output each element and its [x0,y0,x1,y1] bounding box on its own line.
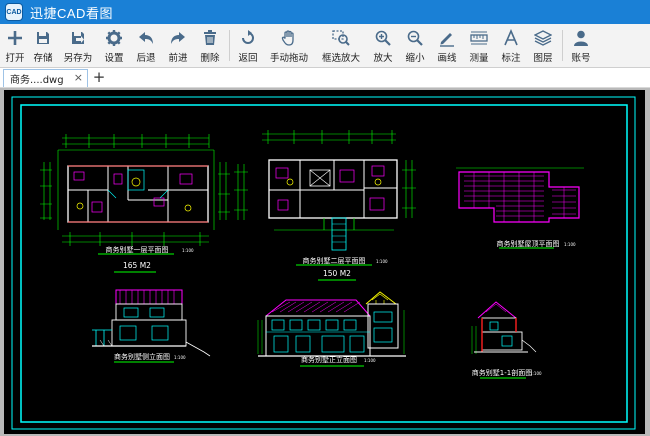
document-tab-bar: 商务....dwg × + [0,68,650,88]
roof-plan [456,167,584,249]
toolbar: 打开 存储 另存为 设置 后退 前进 删除 返回 手动拖动 框选放大 放大 缩小… [0,24,650,68]
title-bar: CAD 迅捷CAD看图 [0,0,650,24]
first-floor-plan-scale: 1:100 [182,248,194,253]
second-floor-plan-area: 150 M2 [323,269,351,278]
zoom-out-button[interactable]: 缩小 [399,24,431,67]
section-title: 商务别墅1-1剖面图 [472,368,532,377]
zoom-window-button[interactable]: 框选放大 [315,24,367,67]
zoom-in-button[interactable]: 放大 [367,24,399,67]
close-icon[interactable]: × [74,71,83,84]
undo-button[interactable]: 后退 [130,24,162,67]
save-as-button[interactable]: 另存为 [58,24,98,67]
return-icon [242,30,254,44]
return-button[interactable]: 返回 [233,24,263,67]
layers-icon [534,30,552,46]
roof-plan-title: 商务别墅屋顶平面图 [497,239,560,248]
first-floor-plan-area: 165 M2 [123,261,151,270]
gear-icon [106,30,122,46]
draw-line-button[interactable]: 画线 [431,24,463,67]
roof-plan-scale: 1:100 [564,242,576,247]
toolbar-separator [229,30,230,61]
section-scale: 1:100 [530,371,542,376]
second-floor-plan-scale: 1:100 [376,259,388,264]
layers-button[interactable]: 图层 [527,24,559,67]
side-elevation-scale: 1:100 [174,355,186,360]
undo-icon [139,32,153,44]
second-floor-plan-title: 商务别墅二层平面图 [303,256,366,265]
app-logo-icon: CAD [5,3,23,21]
zoom-window-icon [332,30,350,46]
zoom-out-icon [407,30,423,46]
annotate-button[interactable]: 标注 [495,24,527,67]
user-icon [574,30,588,46]
delete-button[interactable]: 删除 [194,24,226,67]
hand-icon [281,30,294,46]
drawing-area: 商务别墅一层平面图 1:100 165 M2 商务别墅二层平面图 1:100 1… [0,88,650,436]
cad-drawing: 商务别墅一层平面图 1:100 165 M2 商务别墅二层平面图 1:100 1… [11,96,636,430]
zoom-in-icon [375,30,391,46]
save-icon [37,32,49,44]
add-tab-button[interactable]: + [91,70,107,86]
pencil-icon [440,33,454,47]
app-title: 迅捷CAD看图 [30,5,113,21]
save-button[interactable]: 存储 [28,24,58,67]
toolbar-separator [562,30,563,61]
first-floor-plan-title: 商务别墅一层平面图 [106,245,169,254]
document-tab-label: 商务....dwg [10,75,64,86]
pan-button[interactable]: 手动拖动 [263,24,315,67]
redo-button[interactable]: 前进 [162,24,194,67]
front-elevation-scale: 1:100 [364,358,376,363]
redo-icon [171,32,185,44]
document-tab[interactable]: 商务....dwg × [3,69,88,87]
settings-button[interactable]: 设置 [98,24,130,67]
text-icon [504,29,518,46]
save-as-icon [72,32,84,44]
trash-icon [204,30,216,45]
measure-button[interactable]: 测量 [463,24,495,67]
section-1-1 [471,301,537,379]
account-button[interactable]: 账号 [566,24,596,67]
cad-canvas[interactable]: 商务别墅一层平面图 1:100 165 M2 商务别墅二层平面图 1:100 1… [4,90,645,434]
ruler-icon [470,31,488,45]
side-elevation-title: 商务别墅侧立面图 [114,352,170,361]
front-elevation-title: 商务别墅正立面图 [301,355,357,364]
open-button[interactable]: 打开 [2,24,28,67]
front-elevation [257,291,406,367]
side-elevation [92,289,211,363]
plus-icon [8,31,22,45]
